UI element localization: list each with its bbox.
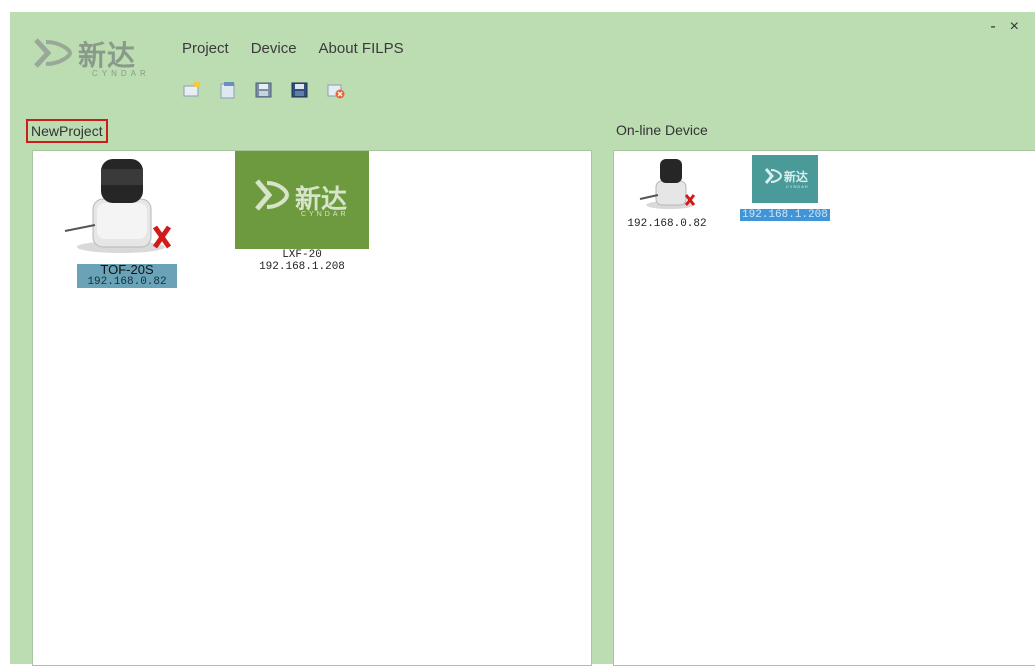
device-ip: 192.168.1.208 — [259, 261, 345, 273]
minimize-button[interactable]: - — [990, 18, 1009, 35]
app-window: -× 新达 CYNDAR Project Device About FILPS — [10, 12, 1035, 666]
save-as-icon[interactable] — [290, 80, 310, 100]
menu-device[interactable]: Device — [251, 40, 297, 57]
cyndar-logo-icon — [34, 38, 73, 68]
close-project-icon[interactable] — [326, 80, 346, 100]
online-device-2[interactable]: 新达 CYNDAR 192.168.1.208 — [740, 155, 830, 221]
online-device-1[interactable]: 192.168.0.82 — [622, 155, 712, 230]
tile-logo-en: CYNDAR — [785, 184, 809, 189]
project-panel-title[interactable]: NewProject — [26, 119, 108, 143]
device-name: TOF-20S — [77, 263, 177, 276]
menu-about[interactable]: About FILPS — [319, 40, 404, 57]
logo-chinese: 新达 — [78, 39, 137, 72]
menu-project[interactable]: Project — [182, 40, 229, 57]
save-icon[interactable] — [254, 80, 274, 100]
app-logo: 新达 CYNDAR — [32, 30, 152, 82]
tile-logo-cn: 新达 — [783, 170, 808, 184]
open-icon[interactable] — [218, 80, 238, 100]
window-controls: -× — [990, 18, 1033, 36]
cyndar-tile-icon: 新达 CYNDAR — [751, 155, 818, 203]
device-ip-selected: 192.168.1.208 — [740, 209, 830, 221]
device-ip: 192.168.0.82 — [77, 276, 177, 288]
device-lxf20[interactable]: 新达 CYNDAR LXF-20 192.168.1.208 — [235, 151, 369, 273]
logo-english: CYNDAR — [92, 69, 150, 78]
project-panel[interactable]: TOF-20S 192.168.0.82 新达 CYNDAR LXF-20 19… — [32, 150, 592, 666]
tile-logo-en: CYNDAR — [301, 211, 349, 218]
close-button[interactable]: × — [1010, 18, 1033, 35]
menu-bar: Project Device About FILPS — [182, 40, 404, 57]
device-tof20s[interactable]: TOF-20S 192.168.0.82 — [64, 155, 177, 288]
device-ip: 192.168.0.82 — [627, 218, 707, 230]
cyndar-tile-icon: 新达 CYNDAR — [235, 151, 369, 249]
toolbar — [182, 80, 346, 100]
online-device-title: On-line Device — [616, 122, 708, 138]
tof-sensor-icon — [64, 159, 172, 253]
tof-sensor-icon — [639, 159, 696, 209]
new-project-icon[interactable] — [182, 80, 202, 100]
online-device-panel[interactable]: 192.168.0.82 新达 CYNDAR 192.168.1.208 — [613, 150, 1035, 666]
device-name: LXF-20 — [282, 249, 322, 261]
